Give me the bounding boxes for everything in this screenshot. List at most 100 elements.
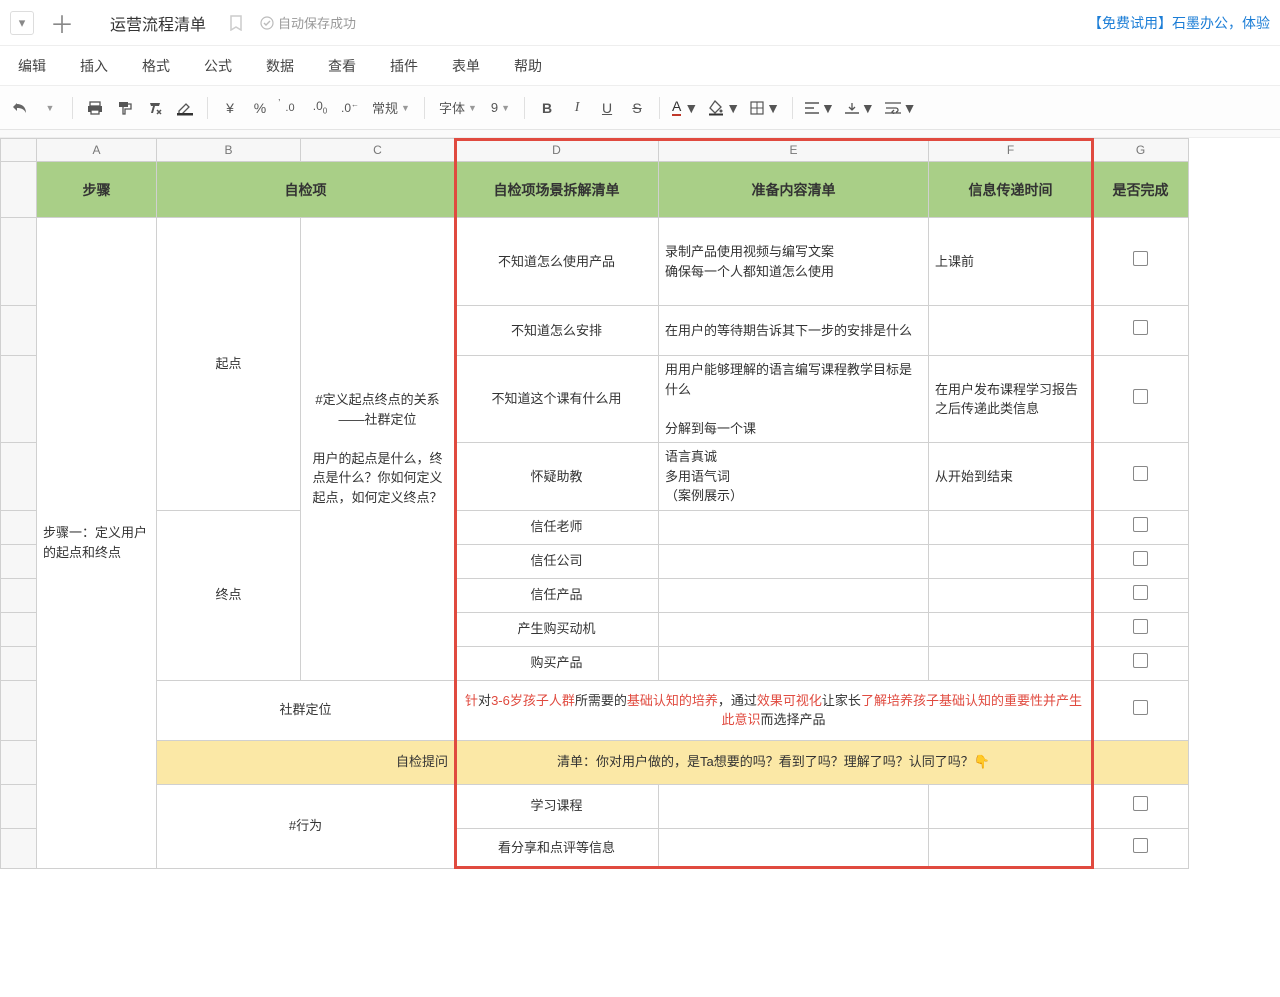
decrease-decimal-button[interactable]: .0← — [336, 93, 364, 123]
checkbox[interactable] — [1133, 517, 1148, 532]
menu-item[interactable]: 帮助 — [500, 50, 556, 82]
cell[interactable]: 在用户发布课程学习报告之后传递此类信息 — [929, 356, 1093, 443]
cell[interactable]: 信任老师 — [455, 510, 659, 544]
menu-item[interactable]: 插件 — [376, 50, 432, 82]
cell[interactable] — [929, 612, 1093, 646]
cell[interactable]: 步骤一：定义用户的起点和终点 — [37, 218, 157, 869]
cell[interactable]: #行为 — [157, 784, 455, 868]
menu-item[interactable]: 查看 — [314, 50, 370, 82]
cell[interactable] — [1093, 612, 1189, 646]
row-header[interactable] — [1, 443, 37, 511]
cell[interactable] — [1093, 646, 1189, 680]
cell[interactable]: 终点 — [157, 510, 301, 680]
cell[interactable]: 步骤 — [37, 162, 157, 218]
font-size-select[interactable]: 9▼ — [485, 100, 516, 115]
cell[interactable]: 用用户能够理解的语言编写课程教学目标是什么 分解到每一个课 — [659, 356, 929, 443]
cell[interactable] — [1093, 356, 1189, 443]
paint-format-button[interactable] — [111, 93, 139, 123]
bold-button[interactable]: B — [533, 93, 561, 123]
cell[interactable]: 不知道怎么安排 — [455, 306, 659, 356]
cell[interactable] — [1093, 544, 1189, 578]
document-title[interactable]: 运营流程清单 — [110, 11, 206, 35]
cell[interactable] — [1093, 218, 1189, 306]
menu-item[interactable]: 格式 — [128, 50, 184, 82]
borders-button[interactable]: ▼ — [746, 93, 784, 123]
cell[interactable]: 看分享和点评等信息 — [455, 828, 659, 868]
row-header[interactable] — [1, 510, 37, 544]
cell[interactable]: 信任产品 — [455, 578, 659, 612]
underline-button[interactable]: U — [593, 93, 621, 123]
col-header[interactable]: C — [301, 139, 455, 162]
fill-color-button[interactable]: ▼ — [704, 93, 744, 123]
number-format-select[interactable]: 常规▼ — [366, 98, 416, 117]
cell[interactable]: 信息传递时间 — [929, 162, 1093, 218]
cell[interactable] — [659, 646, 929, 680]
add-sheet-button[interactable]: ＋ — [44, 5, 80, 40]
cell[interactable] — [1093, 680, 1189, 740]
cell[interactable]: 在用户的等待期告诉其下一步的安排是什么 — [659, 306, 929, 356]
cell[interactable] — [1093, 510, 1189, 544]
cell[interactable]: 自检项 — [157, 162, 455, 218]
select-all-corner[interactable] — [1, 139, 37, 162]
cell[interactable] — [659, 578, 929, 612]
cell[interactable]: 清单：你对用户做的，是Ta想要的吗？看到了吗？理解了吗？认同了吗？👇 — [455, 740, 1093, 784]
menu-item[interactable]: 数据 — [252, 50, 308, 82]
col-header[interactable]: E — [659, 139, 929, 162]
cell[interactable] — [1093, 828, 1189, 868]
spreadsheet-grid[interactable]: A B C D E F G 步骤 自检项 自检项场景拆解清单 准备内容清单 信息… — [0, 138, 1280, 997]
formula-bar[interactable] — [0, 130, 1280, 138]
strikethrough-button[interactable]: S — [623, 93, 651, 123]
cell[interactable]: 社群定位 — [157, 680, 455, 740]
cell[interactable]: 是否完成 — [1093, 162, 1189, 218]
redo-dropdown[interactable]: ▼ — [36, 93, 64, 123]
cell[interactable] — [929, 578, 1093, 612]
cell[interactable] — [659, 784, 929, 828]
row-header[interactable] — [1, 680, 37, 740]
cell[interactable] — [659, 828, 929, 868]
col-header[interactable]: G — [1093, 139, 1189, 162]
col-header[interactable]: B — [157, 139, 301, 162]
row-header[interactable] — [1, 646, 37, 680]
checkbox[interactable] — [1133, 251, 1148, 266]
checkbox[interactable] — [1133, 838, 1148, 853]
menu-item[interactable]: 公式 — [190, 50, 246, 82]
cell[interactable]: #定义起点终点的关系——社群定位 用户的起点是什么，终点是什么？你如何定义起点，… — [301, 218, 455, 681]
row-header[interactable] — [1, 306, 37, 356]
checkbox[interactable] — [1133, 796, 1148, 811]
print-button[interactable] — [81, 93, 109, 123]
cell[interactable]: 怀疑助教 — [455, 443, 659, 511]
sheet-menu-dropdown[interactable]: ▾ — [10, 11, 34, 35]
row-header[interactable] — [1, 218, 37, 306]
cell[interactable] — [929, 784, 1093, 828]
row-header[interactable] — [1, 828, 37, 868]
checkbox[interactable] — [1133, 466, 1148, 481]
cell[interactable]: 起点 — [157, 218, 301, 511]
row-header[interactable] — [1, 356, 37, 443]
checkbox[interactable] — [1133, 700, 1148, 715]
cell[interactable]: 自检提问 — [157, 740, 455, 784]
wrap-button[interactable]: ▼ — [881, 93, 921, 123]
cell[interactable] — [929, 510, 1093, 544]
checkbox[interactable] — [1133, 653, 1148, 668]
cell[interactable] — [929, 306, 1093, 356]
cell[interactable] — [1093, 306, 1189, 356]
menu-item[interactable]: 表单 — [438, 50, 494, 82]
col-header[interactable]: A — [37, 139, 157, 162]
promo-link[interactable]: 【免费试用】石墨办公，体验 — [1088, 13, 1270, 33]
col-header[interactable]: F — [929, 139, 1093, 162]
cell[interactable]: 准备内容清单 — [659, 162, 929, 218]
h-align-button[interactable]: ▼ — [801, 93, 839, 123]
cell[interactable] — [659, 544, 929, 578]
cell[interactable]: 购买产品 — [455, 646, 659, 680]
cell[interactable] — [1093, 443, 1189, 511]
currency-button[interactable]: ¥ — [216, 93, 244, 123]
cell[interactable]: 上课前 — [929, 218, 1093, 306]
cell[interactable] — [659, 510, 929, 544]
cell[interactable] — [1093, 578, 1189, 612]
percent-button[interactable]: % — [246, 93, 274, 123]
row-header[interactable] — [1, 578, 37, 612]
cell[interactable]: 针对3-6岁孩子人群所需要的基础认知的培养，通过效果可视化让家长了解培养孩子基础… — [455, 680, 1093, 740]
checkbox[interactable] — [1133, 551, 1148, 566]
checkbox[interactable] — [1133, 320, 1148, 335]
cell[interactable]: 语言真诚 多用语气词 （案例展示） — [659, 443, 929, 511]
